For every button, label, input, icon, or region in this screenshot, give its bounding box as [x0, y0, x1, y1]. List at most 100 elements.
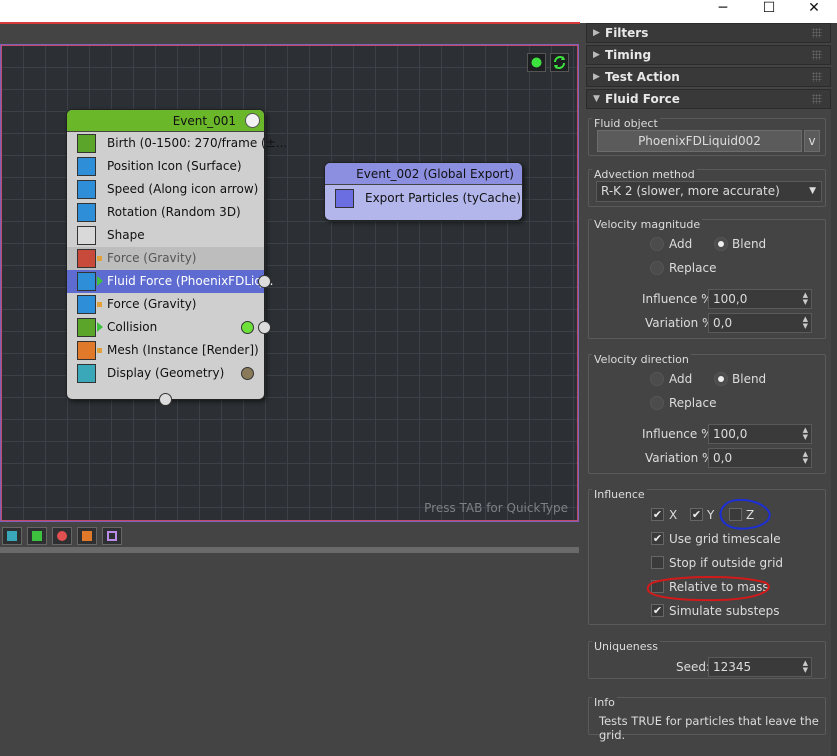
operator-row[interactable]: Shape: [67, 224, 264, 247]
operator-row[interactable]: Birth (0-1500: 270/frame (±...: [67, 132, 287, 155]
operator-row[interactable]: Force (Gravity): [67, 293, 264, 316]
grip-icon: [812, 28, 822, 38]
group-influence: Influence ✔ X ✔ Y Z ✔ Use grid timescale…: [588, 488, 826, 625]
spinner-arrows-icon[interactable]: ▲ ▼: [803, 427, 808, 441]
group-title: Velocity direction: [592, 353, 691, 366]
stop-outside-grid-label: Stop if outside grid: [669, 556, 784, 570]
operator-row[interactable]: Mesh (Instance [Render]): [67, 339, 264, 362]
operator-row[interactable]: Collision: [67, 316, 271, 339]
depot-tab-1[interactable]: [2, 527, 22, 545]
group-title: Uniqueness: [592, 640, 661, 653]
vd-add-radio[interactable]: [650, 372, 664, 386]
use-grid-timescale-checkbox[interactable]: ✔: [651, 532, 664, 545]
group-velocity-direction: Velocity direction Add Blend Replace Inf…: [588, 353, 826, 474]
fluid-force-output-port[interactable]: [258, 275, 271, 288]
group-title: Info: [592, 696, 617, 709]
stop-outside-grid-checkbox[interactable]: [651, 556, 664, 569]
rollout-filters[interactable]: ▶ Filters: [586, 23, 831, 43]
particle-view-graph[interactable]: Event_001 Birth (0-1500: 270/frame (±...…: [0, 44, 579, 522]
grip-icon: [812, 94, 822, 104]
spinner-arrows-icon[interactable]: ▲ ▼: [803, 316, 808, 330]
vd-influence-spinner[interactable]: 100,0 ▲ ▼: [708, 424, 812, 444]
spinner-value: 100,0: [713, 292, 748, 306]
event-002-header[interactable]: Event_002 (Global Export): [325, 163, 522, 185]
group-title: Fluid object: [592, 117, 660, 130]
operator-row[interactable]: Speed (Along icon arrow): [67, 178, 264, 201]
operator-row[interactable]: Display (Geometry): [67, 362, 264, 385]
operator-row[interactable]: Position Icon (Surface): [67, 155, 264, 178]
seed-spinner[interactable]: 12345 ▲ ▼: [708, 657, 812, 677]
event-001-title: Event_001: [172, 114, 236, 128]
spinner-arrows-icon[interactable]: ▲ ▼: [803, 451, 808, 465]
collapsed-arrow-icon: ▶: [593, 28, 600, 38]
bulb-icon[interactable]: [245, 113, 260, 128]
properties-panel: ▶ Filters ▶ Timing ▶ Test Action ▼ Fluid For…: [583, 23, 837, 756]
vd-blend-radio[interactable]: [714, 372, 728, 386]
mesh-icon: [77, 341, 96, 360]
group-title: Velocity magnitude: [592, 218, 703, 231]
spinner-arrows-icon[interactable]: ▲ ▼: [803, 292, 808, 306]
fluid-force-icon: [77, 272, 96, 291]
grip-icon: [812, 50, 822, 60]
quicktype-hint: Press TAB for QuickType: [424, 501, 568, 515]
y-checkbox[interactable]: ✔: [690, 508, 703, 521]
operator-label: Shape: [107, 228, 145, 242]
operator-label: Position Icon (Surface): [107, 159, 242, 173]
green-dot-button[interactable]: [527, 53, 546, 72]
x-label: X: [669, 508, 678, 522]
maximize-button[interactable]: ☐: [746, 0, 792, 23]
operator-row[interactable]: Force (Gravity): [67, 247, 264, 270]
rollout-timing[interactable]: ▶ Timing: [586, 45, 831, 65]
depot-tab-5[interactable]: [102, 527, 122, 545]
advection-dropdown[interactable]: R-K 2 (slower, more accurate) ▼: [596, 181, 822, 202]
vd-replace-radio[interactable]: [650, 396, 664, 410]
collision-test-output-green-port[interactable]: [241, 321, 254, 334]
spinner-arrows-icon[interactable]: ▲ ▼: [803, 660, 808, 674]
vm-add-radio[interactable]: [650, 237, 664, 251]
x-checkbox[interactable]: ✔: [651, 508, 664, 521]
position-icon: [77, 157, 96, 176]
depot-scrollbar[interactable]: [0, 547, 579, 553]
vd-variation-spinner[interactable]: 0,0 ▲ ▼: [708, 448, 812, 468]
fluid-object-pick-button[interactable]: v: [804, 130, 820, 152]
collision-output-port[interactable]: [258, 321, 271, 334]
z-label: Z: [746, 508, 755, 522]
operator-label: Force (Gravity): [107, 251, 197, 265]
rollout-fluid-force[interactable]: ▼ Fluid Force: [586, 89, 831, 109]
display-color-swatch[interactable]: [241, 367, 254, 380]
fluid-object-button[interactable]: PhoenixFDLiquid002: [597, 130, 802, 152]
spinner-value: 0,0: [713, 316, 733, 330]
operator-label: Mesh (Instance [Render]): [107, 343, 259, 357]
operator-row[interactable]: Rotation (Random 3D): [67, 201, 264, 224]
grip-icon: [812, 72, 822, 82]
depot-tab-3[interactable]: [52, 527, 72, 545]
minimize-button[interactable]: ─: [700, 0, 746, 23]
simulate-substeps-checkbox[interactable]: ✔: [651, 604, 664, 617]
z-checkbox[interactable]: [729, 508, 742, 521]
event-002-node[interactable]: Event_002 (Global Export) Export Particl…: [324, 162, 523, 221]
depot-tab-2[interactable]: [27, 527, 47, 545]
expanded-arrow-icon: ▼: [593, 94, 600, 104]
vm-blend-radio[interactable]: [714, 237, 728, 251]
operator-row[interactable]: Fluid Force (PhoenixFDLiq...: [67, 270, 273, 293]
operator-label: Fluid Force (PhoenixFDLiq...: [107, 274, 274, 288]
depot-tab-4[interactable]: [77, 527, 97, 545]
relative-to-mass-checkbox[interactable]: [651, 580, 664, 593]
refresh-button[interactable]: [550, 53, 569, 72]
depot-arrow-icon: [32, 531, 42, 541]
spinner-value: 100,0: [713, 427, 748, 441]
vm-variation-spinner[interactable]: 0,0 ▲ ▼: [708, 313, 812, 333]
birth-icon: [77, 134, 96, 153]
event-001-node[interactable]: Event_001 Birth (0-1500: 270/frame (±...…: [66, 109, 287, 406]
event-001-header[interactable]: Event_001: [67, 110, 264, 132]
rollout-test-action[interactable]: ▶ Test Action: [586, 67, 831, 87]
close-button[interactable]: ✕: [791, 0, 837, 23]
export-icon: [335, 189, 354, 208]
vm-replace-radio[interactable]: [650, 261, 664, 275]
operator-row[interactable]: Export Particles (tyCache): [325, 187, 522, 210]
vm-influence-spinner[interactable]: 100,0 ▲ ▼: [708, 289, 812, 309]
group-fluid-object: Fluid object PhoenixFDLiquid002 v: [588, 117, 826, 156]
panel-scrollbar[interactable]: [831, 23, 837, 756]
event-001-input-port[interactable]: [159, 393, 172, 406]
seed-label: Seed:: [676, 660, 711, 674]
